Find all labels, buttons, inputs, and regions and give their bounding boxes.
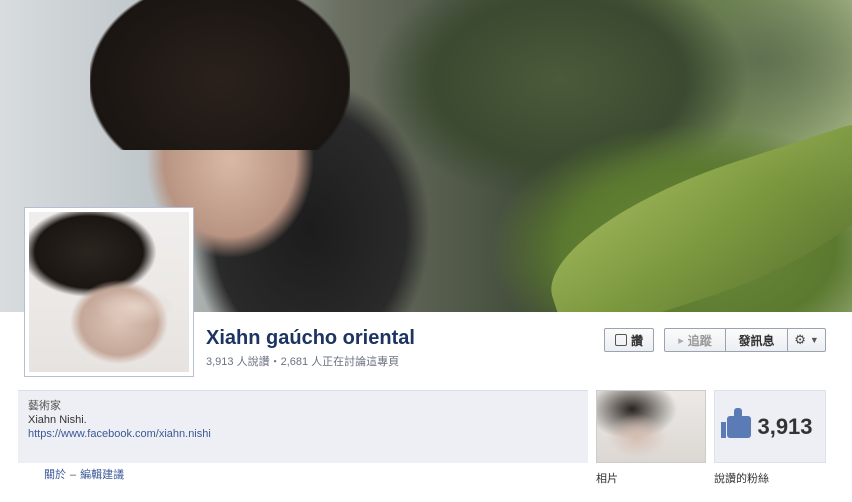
cover-photo-subject <box>90 0 350 150</box>
like-button[interactable]: 讚 <box>604 328 654 352</box>
profile-picture-image <box>29 212 189 372</box>
separator-dash: – <box>70 469 77 481</box>
cover-photo-leaf <box>530 117 852 312</box>
thumbs-up-icon <box>614 334 627 346</box>
page-description: Xiahn Nishi. <box>28 414 87 426</box>
likes-count: 3,913 <box>757 413 813 439</box>
photos-thumbnail[interactable] <box>596 390 706 463</box>
page-actions-group: ▸ 追蹤 發訊息 ⚙ ▼ <box>664 328 826 352</box>
page-stats: 3,913 人說讚・2,681 人正在討論這專頁 <box>206 356 400 368</box>
photos-label[interactable]: 相片 <box>596 470 618 486</box>
page-url-link[interactable]: https://www.facebook.com/xiahn.nishi <box>28 427 578 441</box>
page-title[interactable]: Xiahn gaúcho oriental <box>206 327 415 350</box>
likes-thumbs-up-icon <box>721 407 752 438</box>
follow-button[interactable]: ▸ 追蹤 <box>664 328 726 352</box>
profile-picture[interactable] <box>24 207 194 377</box>
gear-icon: ⚙ <box>794 332 806 347</box>
caret-down-icon: ▼ <box>809 335 819 345</box>
about-link[interactable]: 關於 <box>44 469 66 481</box>
page-category: 藝術家 <box>28 400 61 412</box>
message-button[interactable]: 發訊息 <box>726 328 788 352</box>
likes-box[interactable]: 3,913 <box>714 390 826 463</box>
rss-icon: ▸ <box>678 334 684 347</box>
page-info-box: 藝術家 Xiahn Nishi. https://www.facebook.co… <box>18 390 588 463</box>
suggest-edits-link[interactable]: 編輯建議 <box>80 469 124 481</box>
settings-dropdown-button[interactable]: ⚙ ▼ <box>788 328 826 352</box>
follow-button-label: 追蹤 <box>687 333 712 348</box>
message-button-label: 發訊息 <box>738 333 775 348</box>
likes-label[interactable]: 說讚的粉絲 <box>714 470 769 486</box>
like-button-label: 讚 <box>630 333 643 348</box>
about-links: 關於 – 編輯建議 <box>44 466 124 482</box>
